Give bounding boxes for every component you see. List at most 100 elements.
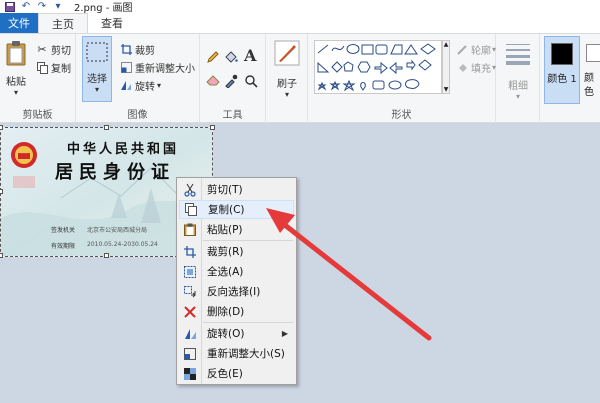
menu-item-rotate[interactable]: 旋转(O) ▶ (179, 324, 294, 343)
shapes-gallery-scroller[interactable]: ▲ ▼ (442, 40, 450, 94)
menu-item-select-all[interactable]: 全选(A) (179, 262, 294, 281)
quick-access-dropdown-icon[interactable]: ▾ (52, 1, 64, 12)
size-button[interactable]: 粗细 ▾ (502, 42, 534, 101)
menu-item-resize[interactable]: 重新调整大小(S) (179, 344, 294, 363)
window-title: 2.png - 画图 (74, 3, 133, 14)
color1-label: 颜色 1 (547, 74, 577, 85)
crop-label: 裁剪 (135, 46, 155, 57)
invert-selection-icon (181, 284, 199, 300)
selection-handle-l[interactable] (0, 189, 3, 194)
color2-button[interactable]: 颜色 (582, 36, 600, 104)
menu-item-delete-label: 删除(D) (207, 306, 245, 318)
scroll-down-icon[interactable]: ▼ (444, 86, 449, 93)
title-bar: ↶ ↷ ▾ 2.png - 画图 (0, 0, 600, 14)
undo-icon[interactable]: ↶ (20, 1, 32, 12)
brush-button[interactable]: 刷子 ▾ (272, 40, 302, 99)
delete-icon (181, 304, 199, 320)
cut-label: 剪切 (51, 46, 71, 57)
fill-bucket-icon[interactable] (224, 50, 238, 64)
menu-item-select-all-label: 全选(A) (207, 266, 244, 278)
menu-item-invert-color[interactable]: 反色(E) (179, 364, 294, 383)
selection-handle-tl[interactable] (0, 125, 3, 130)
save-icon[interactable] (4, 1, 16, 12)
selection-handle-tr[interactable] (210, 125, 215, 130)
rotate-icon (181, 326, 199, 342)
fill-button[interactable]: 填充 ▾ (456, 60, 496, 75)
copy-label: 复制 (51, 64, 71, 75)
outline-label: 轮廓 (471, 46, 491, 57)
national-emblem-icon (9, 140, 39, 170)
brush-icon (274, 40, 300, 69)
outline-button[interactable]: 轮廓 ▾ (456, 42, 496, 57)
menu-item-cut-label: 剪切(T) (207, 184, 243, 196)
tab-file[interactable]: 文件 (0, 13, 38, 33)
scissors-icon: ✂ (37, 43, 47, 56)
menu-separator (203, 240, 293, 241)
pencil-icon[interactable] (206, 50, 220, 64)
resize-icon (120, 62, 132, 74)
clipboard-group-label: 剪贴板 (22, 110, 53, 121)
card-field2-label: 有效期限 (51, 243, 76, 250)
select-button[interactable]: 选择 ▾ (82, 36, 112, 102)
paste-icon (181, 222, 199, 238)
color1-button[interactable]: 颜色 1 (544, 36, 580, 104)
menu-item-cut[interactable]: 剪切(T) (179, 180, 294, 199)
brush-dropdown-icon[interactable]: ▾ (285, 90, 289, 99)
size-dropdown-icon[interactable]: ▾ (516, 92, 520, 101)
copy-icon (182, 202, 200, 218)
card-title-line1: 中华人民共和国 (67, 142, 180, 157)
crop-icon (120, 44, 132, 56)
color1-swatch (551, 43, 573, 65)
line-size-icon (505, 42, 531, 69)
rotate-dropdown-icon[interactable]: ▾ (157, 81, 161, 90)
card-field1-value: 北京市公安局西城分局 (87, 227, 148, 234)
size-label: 粗细 (508, 81, 528, 92)
menu-item-invert-color-label: 反色(E) (207, 368, 243, 380)
menu-item-invert-selection[interactable]: 反向选择(I) (179, 282, 294, 301)
magnifier-icon[interactable] (244, 74, 258, 88)
menu-item-delete[interactable]: 删除(D) (179, 302, 294, 321)
menu-separator (203, 322, 293, 323)
card-title-line2: 居民身份证 (55, 162, 175, 183)
menu-item-copy[interactable]: 复制(C) (179, 200, 294, 219)
select-all-icon (181, 264, 199, 280)
image-group: 选择 ▾ 裁剪 重新调整大小 旋转 ▾ 图像 (76, 34, 200, 123)
menu-item-paste[interactable]: 粘贴(P) (179, 220, 294, 239)
copy-button[interactable]: 复制 (36, 60, 71, 75)
tab-home[interactable]: 主页 (38, 13, 88, 33)
copy-icon (36, 61, 48, 74)
menu-item-invert-selection-label: 反向选择(I) (207, 286, 261, 298)
shapes-gallery[interactable] (314, 40, 442, 94)
invert-color-icon (181, 366, 199, 382)
color-picker-icon[interactable] (224, 74, 238, 88)
text-tool-icon[interactable]: A (244, 46, 256, 65)
ribbon: 粘贴 ▾ ✂ 剪切 复制 剪贴板 选择 ▾ 裁剪 重新调整大小 旋转 ▾ 图像 … (0, 33, 600, 123)
rotate-button[interactable]: 旋转 ▾ (120, 78, 161, 93)
tab-view[interactable]: 查看 (88, 13, 136, 33)
paste-button[interactable]: 粘贴 ▾ (4, 40, 28, 97)
crop-icon (181, 244, 199, 260)
eraser-icon[interactable] (206, 74, 220, 86)
outline-icon (456, 44, 468, 56)
select-label: 选择 (87, 74, 107, 85)
rotate-icon (120, 80, 132, 92)
context-menu: 剪切(T) 复制(C) 粘贴(P) 裁剪(R) 全选(A) 反向选择(I) 删除… (176, 177, 297, 385)
selection-handle-bl[interactable] (0, 253, 3, 258)
color2-label: 颜色 (584, 73, 594, 98)
selection-handle-t[interactable] (104, 125, 109, 130)
menu-item-crop-label: 裁剪(R) (207, 246, 244, 258)
selection-handle-b[interactable] (104, 253, 109, 258)
size-group: 粗细 ▾ (496, 34, 540, 123)
cut-button[interactable]: ✂ 剪切 (36, 42, 71, 57)
paste-dropdown-icon[interactable]: ▾ (14, 88, 18, 97)
tools-group: A 工具 (200, 34, 266, 123)
redo-icon[interactable]: ↷ (36, 1, 48, 12)
crop-button[interactable]: 裁剪 (120, 42, 155, 57)
scroll-up-icon[interactable]: ▲ (444, 41, 449, 48)
select-dropdown-icon[interactable]: ▾ (95, 85, 99, 94)
canvas-area[interactable]: 中华人民共和国 居民身份证 签发机关 北京市公安局西城分局 有效期限 2010.… (0, 123, 600, 403)
menu-item-copy-label: 复制(C) (208, 204, 245, 216)
card-stamp (13, 176, 35, 188)
menu-item-crop[interactable]: 裁剪(R) (179, 242, 294, 261)
resize-button[interactable]: 重新调整大小 (120, 60, 195, 75)
